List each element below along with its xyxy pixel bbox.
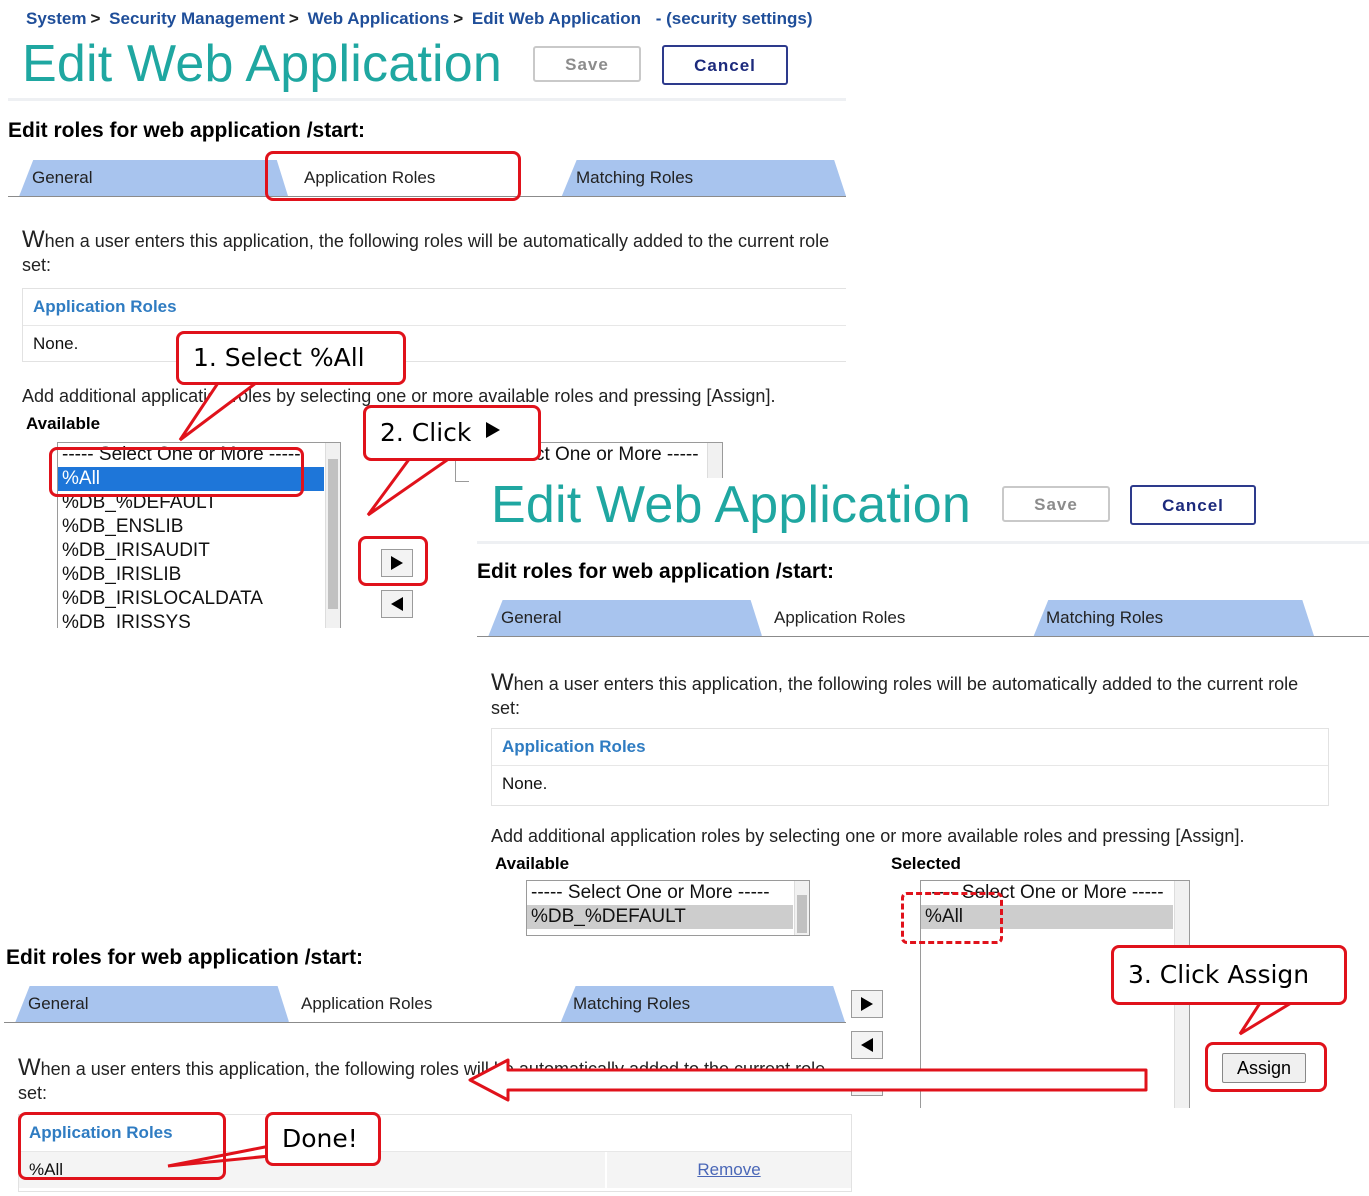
callout-step2: 2. Click [363,405,541,461]
table-empty-row: None. [502,774,548,793]
callout-step3: 3. Click Assign [1111,945,1347,1005]
intro-initial: W [22,226,45,253]
page-title: Edit Web Application [22,35,502,93]
section-heading: Edit roles for web application /start: [8,119,366,142]
header-divider [8,98,846,101]
remove-role-arrow-button[interactable] [381,590,413,618]
section-heading: Edit roles for web application /start: [477,560,835,583]
intro-rest: hen a user enters this application, the … [22,231,830,275]
tab-underline [477,636,1369,637]
list-item[interactable]: %DB_IRISSYS [58,611,340,628]
add-all-arrow-button[interactable] [851,1072,883,1096]
selected-label: Selected [891,854,961,873]
scrollbar-thumb[interactable] [328,459,338,609]
listbox-scrollbar[interactable] [325,443,340,628]
right-triangle-icon [486,422,501,438]
left-triangle-icon [861,1038,873,1052]
callout-step1: 1. Select %All [176,331,406,385]
list-item[interactable]: %DB_%DEFAULT [527,905,793,929]
tab-application-roles[interactable]: Application Roles [761,600,1040,636]
breadcrumb-web-applications[interactable]: Web Applications [308,9,450,28]
highlight-selected-all [901,892,1003,944]
cancel-button[interactable]: Cancel [662,45,788,85]
listbox-scrollbar[interactable] [707,443,722,481]
tab-matching-roles[interactable]: Matching Roles [561,160,846,196]
list-item[interactable]: %DB_IRISAUDIT [58,539,340,563]
intro-initial: W [491,669,514,696]
breadcrumb-edit-web-application[interactable]: Edit Web Application [472,9,641,28]
highlight-add-arrow [358,536,428,586]
highlight-all-option [49,447,304,497]
tab-general[interactable]: General [19,160,288,196]
cancel-button[interactable]: Cancel [1130,485,1256,525]
list-item[interactable]: %DB_IRISLOCALDATA [58,587,340,611]
listbox-placeholder: ----- Select One or More ----- [531,882,770,903]
section-heading: Edit roles for web application /start: [6,946,364,969]
page-title: Edit Web Application [491,478,971,534]
highlight-assign-button [1205,1042,1327,1092]
table-empty-row: None. [33,334,79,353]
tab-matching-roles[interactable]: Matching Roles [560,986,845,1022]
intro-text: When a user enters this application, the… [491,671,1321,720]
left-triangle-icon [391,597,403,611]
list-item[interactable]: %DB_IRISLIB [58,563,340,587]
breadcrumb-separator: > [90,9,101,28]
table-header: Application Roles [492,729,1328,766]
intro-rest: hen a user enters this application, the … [491,674,1299,718]
save-button[interactable]: Save [1002,486,1110,522]
callout-step2-text: 2. Click [380,418,472,447]
tab-general[interactable]: General [15,986,289,1022]
tab-matching-roles[interactable]: Matching Roles [1033,600,1314,636]
available-label: Available [495,854,570,873]
breadcrumb-suffix: - (security settings) [655,9,813,28]
assign-instructions: Add additional application roles by sele… [491,826,1245,846]
scrollbar-thumb[interactable] [797,895,807,933]
breadcrumb: System > Security Management > Web Applica… [26,9,813,29]
application-roles-table: Application Roles None. [22,288,846,362]
save-button[interactable]: Save [533,46,641,82]
right-triangle-icon [861,997,873,1011]
breadcrumb-separator: > [288,9,299,28]
remove-role-arrow-button[interactable] [851,1031,883,1059]
application-roles-table: Application Roles None. [491,728,1329,806]
listbox-scrollbar[interactable] [794,881,809,935]
highlight-result-row [18,1112,226,1180]
tab-general[interactable]: General [488,600,762,636]
available-roles-listbox[interactable]: ----- Select One or More ----- %DB_%DEFA… [526,880,810,936]
callout-done: Done! [265,1112,381,1166]
intro-rest: hen a user enters this application, the … [18,1059,826,1103]
tab-application-roles[interactable]: Application Roles [288,986,567,1022]
double-right-icon [859,1079,874,1089]
highlight-application-roles-tab [265,151,521,201]
remove-link[interactable]: Remove [607,1152,851,1188]
breadcrumb-security-management[interactable]: Security Management [109,9,285,28]
intro-text: When a user enters this application, the… [18,1056,848,1105]
intro-text: When a user enters this application, the… [22,228,842,277]
available-label: Available [26,414,101,433]
intro-initial: W [18,1054,41,1081]
header-divider [477,541,1369,544]
list-item[interactable]: %DB_ENSLIB [58,515,340,539]
breadcrumb-system[interactable]: System [26,9,86,28]
add-role-arrow-button[interactable] [851,990,883,1018]
breadcrumb-separator: > [453,9,464,28]
table-header: Application Roles [23,289,846,326]
tab-underline [4,1022,846,1023]
